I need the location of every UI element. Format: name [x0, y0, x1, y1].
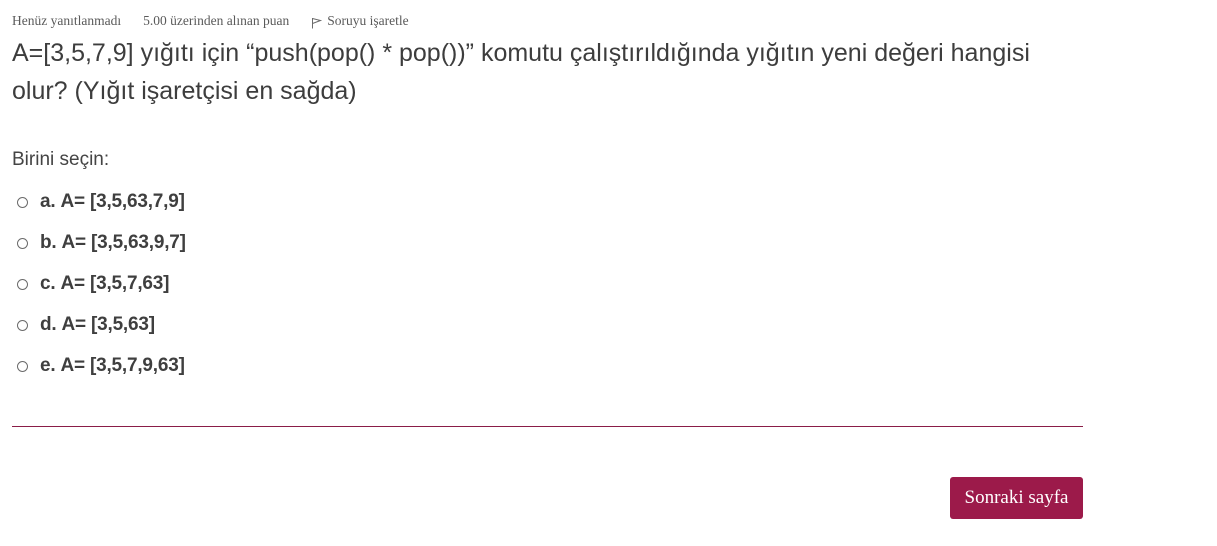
answer-option-b[interactable]: b. A= [3,5,63,9,7] [17, 222, 186, 263]
answer-prompt: Birini seçin: [12, 149, 110, 170]
answer-letter: d. [40, 313, 57, 335]
answer-value: A= [3,5,7,63] [60, 272, 170, 294]
answer-letter: a. [40, 190, 56, 212]
answer-label: d. A= [3,5,63] [40, 314, 155, 336]
answer-letter: b. [40, 231, 57, 253]
answer-label: b. A= [3,5,63,9,7] [40, 232, 186, 254]
answer-option-d[interactable]: d. A= [3,5,63] [17, 304, 186, 345]
question-text: A=[3,5,7,9] yığıtı için “push(pop() * po… [12, 39, 1030, 105]
answer-option-c[interactable]: c. A= [3,5,7,63] [17, 263, 186, 304]
answer-label: e. A= [3,5,7,9,63] [40, 355, 185, 377]
answer-option-e[interactable]: e. A= [3,5,7,9,63] [17, 345, 186, 386]
answer-value: A= [3,5,63,9,7] [61, 231, 186, 253]
flag-question-label: Soruyu işaretle [327, 13, 409, 28]
answer-value: A= [3,5,63] [61, 313, 156, 335]
section-divider [12, 426, 1083, 427]
question-state: Henüz yanıtlanmadı [12, 13, 122, 28]
answer-letter: e. [40, 354, 56, 376]
answer-list: a. A= [3,5,63,7,9] b. A= [3,5,63,9,7] c. A=… [17, 181, 186, 386]
answer-value: A= [3,5,7,9,63] [60, 354, 185, 376]
flag-question-link[interactable]: Soruyu işaretle [311, 13, 409, 29]
radio-button[interactable] [17, 278, 28, 290]
answer-label: c. A= [3,5,7,63] [40, 273, 169, 295]
answer-value: A= [3,5,63,7,9] [60, 190, 185, 212]
flag-icon [311, 17, 323, 29]
answer-letter: c. [40, 272, 56, 294]
question-info-bar: Henüz yanıtlanmadı 5.00 üzerinden alınan… [12, 12, 409, 30]
next-page-button[interactable]: Sonraki sayfa [950, 477, 1083, 519]
radio-button[interactable] [17, 360, 28, 372]
radio-button[interactable] [17, 196, 28, 208]
answer-option-a[interactable]: a. A= [3,5,63,7,9] [17, 181, 186, 222]
question-grade: 5.00 üzerinden alınan puan [143, 13, 290, 28]
answer-label: a. A= [3,5,63,7,9] [40, 191, 185, 213]
radio-button[interactable] [17, 237, 28, 249]
radio-button[interactable] [17, 319, 28, 331]
